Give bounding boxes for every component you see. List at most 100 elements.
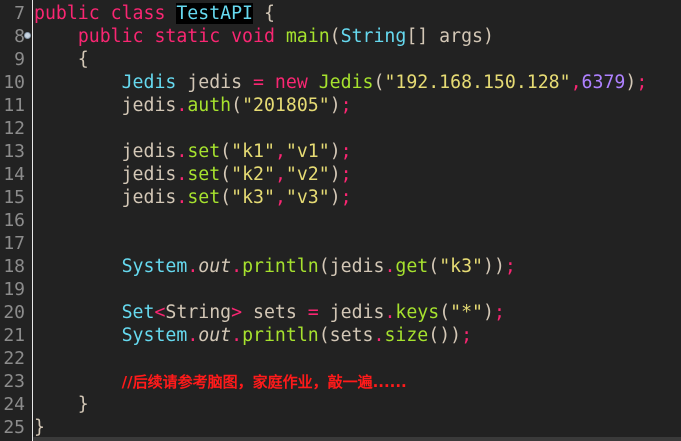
code-line[interactable]: 12 <box>0 117 681 140</box>
code-token: 6379 <box>581 72 626 93</box>
code-token: ) <box>483 302 494 323</box>
code-token: ( <box>373 72 385 93</box>
code-token: jedis <box>318 302 385 323</box>
code-token: ; <box>340 141 352 162</box>
code-token: ()) <box>428 325 462 346</box>
code-line[interactable]: 24 } <box>0 393 681 416</box>
code-token: (jedis <box>318 256 385 277</box>
code-line[interactable]: 14 jedis.set("k2","v2"); <box>0 163 681 186</box>
code-line[interactable]: 13 jedis.set("k1","v1"); <box>0 140 681 163</box>
line-number: 15 <box>3 187 25 208</box>
code-token: ( <box>220 187 232 208</box>
code-token: "v2" <box>285 164 330 185</box>
line-number: 10 <box>3 72 25 93</box>
line-number: 19 <box>3 279 25 300</box>
code-token: ) <box>625 72 637 93</box>
code-token: public static void <box>77 26 286 47</box>
code-token: out <box>198 325 232 346</box>
code-line[interactable]: 19 <box>0 278 681 301</box>
line-number: 17 <box>3 233 25 254</box>
code-token: ; <box>340 187 352 208</box>
code-token: Set <box>121 302 155 323</box>
code-token: ; <box>340 164 352 185</box>
code-line[interactable]: 20 Set<String> sets = jedis.keys("*"); <box>0 301 681 324</box>
code-token: . <box>176 141 188 162</box>
line-number: 16 <box>3 210 25 231</box>
line-number: 20 <box>3 302 25 323</box>
code-line[interactable]: 18 System.out.println(jedis.get("k3")); <box>0 255 681 278</box>
code-token: = <box>307 302 319 323</box>
code-line[interactable]: 16 <box>0 209 681 232</box>
code-token: [] args) <box>406 26 494 47</box>
code-line[interactable]: 7 public class TestAPI { <box>0 2 681 25</box>
code-line[interactable]: 22 <box>0 347 681 370</box>
code-token: println <box>242 256 319 277</box>
code-line[interactable]: 23 //后续请参考脑图，家庭作业，敲一遍...... <box>0 370 681 393</box>
line-number: 23 <box>3 371 25 392</box>
code-token: "201805" <box>242 95 330 116</box>
code-token: set <box>187 187 221 208</box>
code-line[interactable]: 8 public static void main(String[] args) <box>0 25 681 48</box>
code-token: "k1" <box>231 141 275 162</box>
line-number: 21 <box>3 325 25 346</box>
code-token: . <box>176 95 188 116</box>
code-token: (sets <box>318 325 374 346</box>
code-line[interactable]: 17 <box>0 232 681 255</box>
code-token: = <box>253 72 264 93</box>
code-text: jedis.set("k2","v2"); <box>34 163 352 186</box>
line-number: 12 <box>3 118 25 139</box>
code-line[interactable]: 9 { <box>0 48 681 71</box>
code-token: jedis <box>34 164 177 185</box>
code-token: "k2" <box>231 164 275 185</box>
code-token: { <box>34 49 89 70</box>
code-token: ; <box>504 256 516 277</box>
code-token: ( <box>428 256 440 277</box>
code-token: > <box>231 302 243 323</box>
code-text: } <box>34 393 89 416</box>
line-number: 9 <box>14 49 25 70</box>
code-token: . <box>187 325 199 346</box>
code-line[interactable]: 25} <box>0 416 681 439</box>
line-number: 7 <box>14 3 25 24</box>
horizontal-scrollbar[interactable] <box>33 437 681 441</box>
code-line[interactable]: 21 System.out.println(sets.size()); <box>0 324 681 347</box>
code-token: . <box>176 187 188 208</box>
code-editor[interactable]: 7 public class TestAPI {8 public static v… <box>0 0 681 441</box>
code-token: out <box>198 256 232 277</box>
code-token: keys <box>395 302 440 323</box>
code-token: { <box>253 3 275 24</box>
fold-collapse-icon[interactable] <box>24 32 31 39</box>
code-line[interactable]: 10 Jedis jedis = new Jedis("192.168.150.… <box>0 71 681 94</box>
line-number: 22 <box>3 348 25 369</box>
code-token: "k3" <box>439 256 484 277</box>
code-token: . <box>384 302 396 323</box>
code-text: } <box>34 416 45 439</box>
code-token: . <box>231 256 243 277</box>
code-token: < <box>154 302 166 323</box>
code-token: . <box>384 256 396 277</box>
code-token: new <box>274 72 308 93</box>
code-token: set <box>187 164 221 185</box>
code-line[interactable]: 11 jedis.auth("201805"); <box>0 94 681 117</box>
code-text: public static void main(String[] args) <box>34 25 494 48</box>
code-token: auth <box>187 95 232 116</box>
line-number: 18 <box>3 256 25 277</box>
code-token: , <box>274 187 286 208</box>
code-token: , <box>274 164 286 185</box>
code-token: jedis <box>34 141 177 162</box>
code-token: "v1" <box>285 141 330 162</box>
line-number: 11 <box>3 95 25 116</box>
line-number: 13 <box>3 141 25 162</box>
code-token: ( <box>220 141 232 162</box>
code-token: Jedis <box>121 72 177 93</box>
code-line[interactable]: 15 jedis.set("k3","v3"); <box>0 186 681 209</box>
code-token: println <box>242 325 319 346</box>
code-token: ( <box>220 164 232 185</box>
